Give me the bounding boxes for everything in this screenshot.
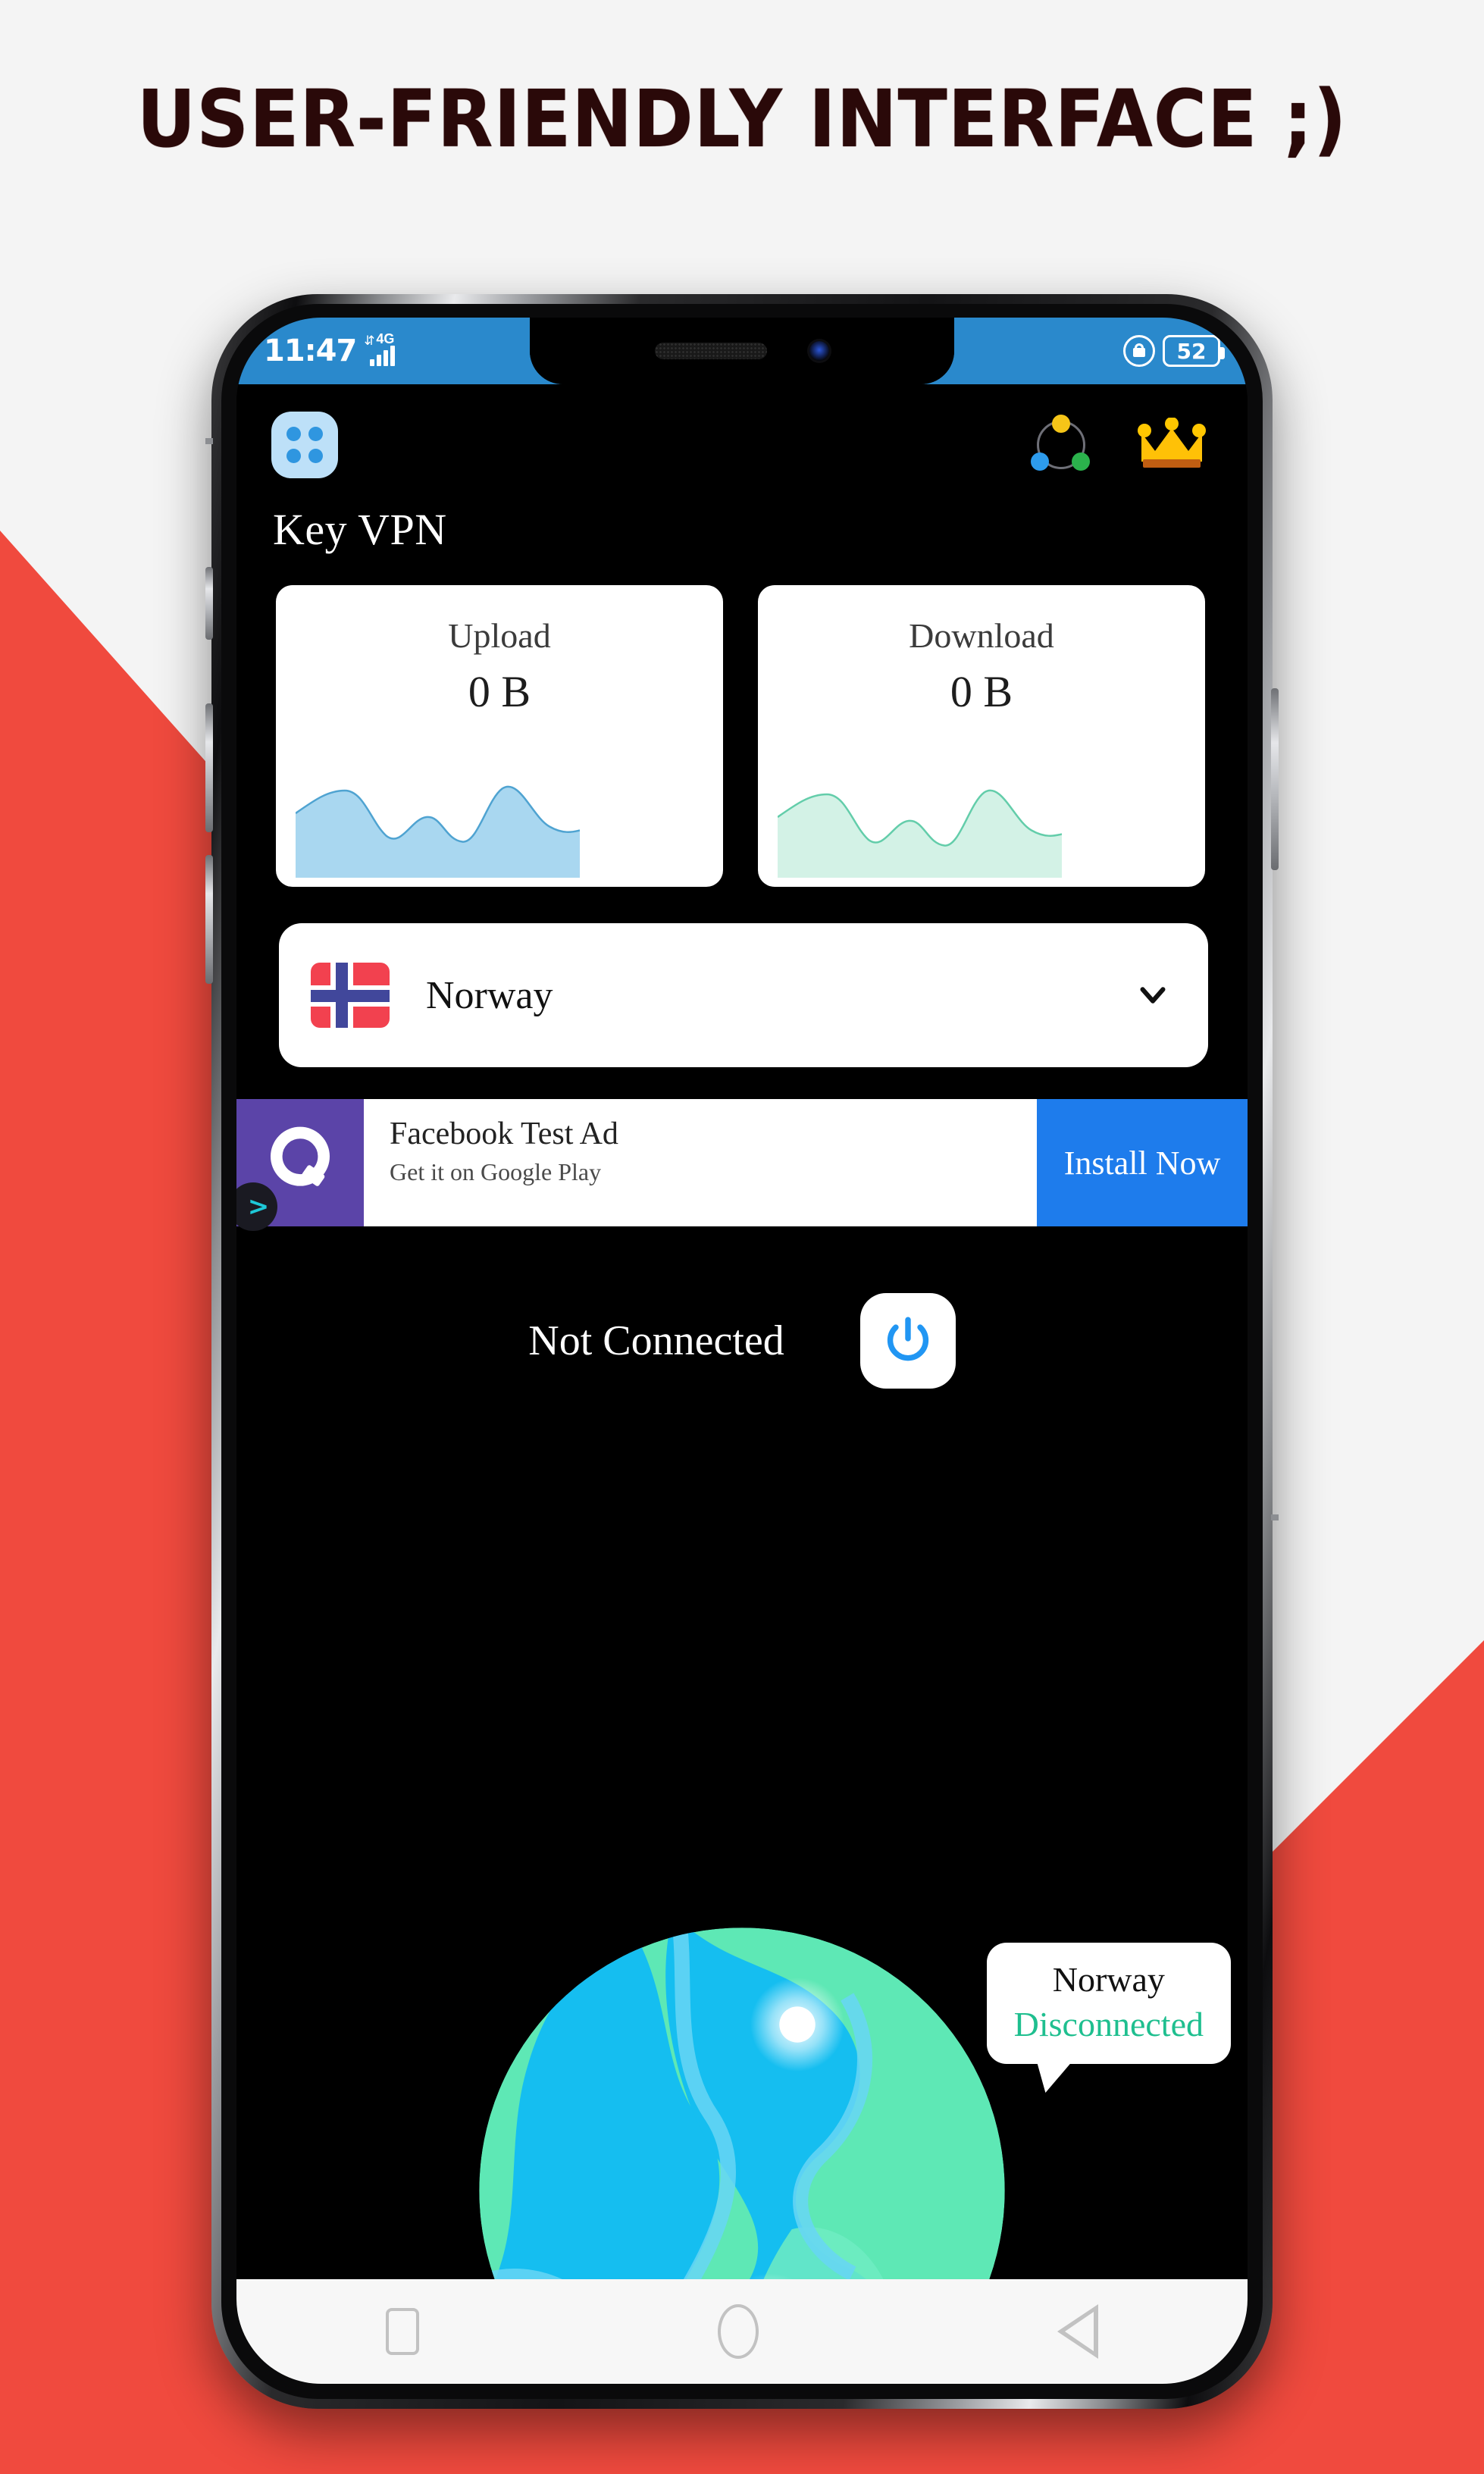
phone-power-side-button	[1271, 688, 1279, 870]
network-type-label: 4G	[376, 331, 395, 346]
install-now-button[interactable]: Install Now	[1037, 1099, 1248, 1226]
vpn-app-content: Key VPN Upload 0 B Download 0 B Norway >…	[236, 384, 1248, 2384]
poster-canvas: USER-FRIENDLY INTERFACE ;) 11:47 ⇵ 4G 52…	[0, 0, 1484, 2474]
crown-icon[interactable]	[1135, 418, 1208, 472]
facebook-ad-app-icon: >	[236, 1099, 364, 1231]
power-toggle-button[interactable]	[859, 1293, 956, 1389]
connection-status-label: Not Connected	[528, 1317, 784, 1364]
upload-wave-chart	[296, 785, 580, 878]
app-header	[236, 384, 1248, 478]
front-camera-icon	[809, 341, 829, 361]
status-bar-right: 52	[1123, 335, 1225, 367]
download-card: Download 0 B	[758, 585, 1205, 887]
battery-icon: 52	[1163, 335, 1225, 367]
download-wave-chart	[778, 789, 1062, 878]
signal-strength-bars	[370, 346, 396, 366]
app-header-actions	[1029, 413, 1208, 477]
tooltip-country-label: Norway	[1052, 1960, 1165, 1999]
android-nav-bar	[236, 2279, 1248, 2384]
signal-bars-icon: ⇵ 4G	[364, 331, 403, 369]
norway-flag-icon	[311, 963, 390, 1028]
ad-text-block: Facebook Test Ad Get it on Google Play	[364, 1099, 1037, 1226]
phone-screen: 11:47 ⇵ 4G 52 Key VPN Upload 0 B Downloa…	[236, 318, 1248, 2384]
phone-antenna-line-right	[1271, 1514, 1279, 1520]
country-selector[interactable]: Norway	[279, 923, 1208, 1067]
power-button-icon	[887, 1317, 928, 1361]
speed-cards: Upload 0 B Download 0 B	[236, 555, 1248, 887]
upload-value: 0 B	[468, 667, 531, 716]
ad-logo-glyph	[271, 1126, 330, 1186]
selected-country-label: Norway	[426, 973, 553, 1017]
connection-status-row: Not Connected	[236, 1226, 1248, 1389]
phone-volume-down-button	[205, 855, 213, 984]
phone-mockup: 11:47 ⇵ 4G 52 Key VPN Upload 0 B Downloa…	[205, 294, 1279, 2409]
ad-banner[interactable]: > Facebook Test Ad Get it on Google Play…	[236, 1099, 1248, 1231]
upload-label: Upload	[448, 616, 551, 655]
download-value: 0 B	[950, 667, 1013, 716]
chevron-down-icon[interactable]	[1135, 978, 1170, 1013]
phone-antenna-line-left	[205, 438, 213, 444]
upload-card: Upload 0 B	[276, 585, 723, 887]
ad-subtitle: Get it on Google Play	[390, 1158, 602, 1185]
servers-connection-icon[interactable]	[1029, 413, 1093, 477]
status-time: 11:47	[264, 334, 357, 368]
circle-home-icon[interactable]	[718, 2304, 759, 2359]
phone-silent-switch	[205, 567, 213, 640]
phone-notch	[530, 318, 954, 384]
page-title: USER-FRIENDLY INTERFACE ;)	[136, 73, 1348, 165]
phone-bezel: 11:47 ⇵ 4G 52 Key VPN Upload 0 B Downloa…	[221, 304, 1263, 2399]
triangle-back-icon[interactable]	[1057, 2304, 1098, 2359]
square-recents-icon[interactable]	[386, 2308, 419, 2355]
globe-tooltip: Norway Disconnected	[986, 1943, 1231, 2064]
phone-volume-up-button	[205, 703, 213, 832]
ad-title: Facebook Test Ad	[390, 1116, 618, 1151]
download-label: Download	[909, 616, 1054, 655]
tooltip-status-label: Disconnected	[1013, 2005, 1204, 2043]
grid-menu-icon[interactable]	[271, 412, 338, 478]
app-name-label: Key VPN	[273, 505, 447, 554]
earpiece-speaker-icon	[655, 343, 767, 359]
battery-level-label: 52	[1176, 338, 1207, 364]
rotation-lock-icon	[1123, 335, 1155, 367]
status-bar-left: 11:47 ⇵ 4G	[264, 331, 403, 369]
